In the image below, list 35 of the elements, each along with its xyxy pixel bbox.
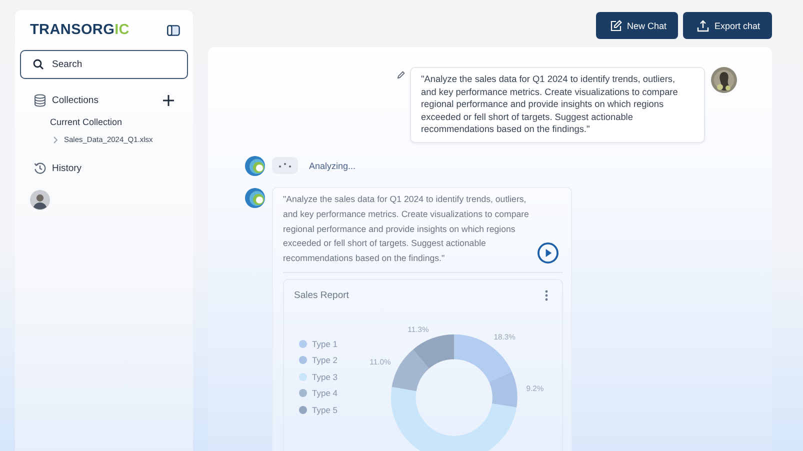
search-icon — [33, 59, 44, 70]
legend-label: Type 1 — [312, 338, 338, 349]
bot-message: "Analyze the sales data for Q1 2024 to identify trends, outliers, and key performance metrics. Create visualizations to compare regional performance and provide insights on which regions exceeded or fell short of targets. Suggest actionable recommendations based on the findings." — [283, 192, 530, 266]
sidebar-toggle-icon[interactable] — [167, 24, 180, 36]
logo-text: TRANSORGIC — [30, 22, 130, 38]
edit-icon — [610, 20, 622, 32]
play-icon[interactable] — [537, 242, 559, 264]
legend-label: Type 4 — [312, 388, 338, 398]
slice-label: 9.2% — [526, 384, 544, 393]
more-icon[interactable] — [545, 290, 548, 301]
history-link[interactable]: History — [52, 162, 82, 174]
legend-label: Type 3 — [312, 372, 338, 382]
current-collection-label: Current Collection — [49, 117, 124, 127]
upload-icon — [697, 20, 710, 32]
legend-label: Type 2 — [312, 355, 338, 366]
search-field[interactable]: Search — [20, 50, 188, 79]
export-chat-button[interactable]: Export chat — [683, 12, 772, 39]
history-icon — [34, 162, 46, 174]
bot-logo-icon — [245, 154, 267, 177]
add-icon[interactable] — [163, 95, 174, 106]
slice-label: 11.0% — [370, 358, 391, 366]
typing-indicator-icon — [272, 157, 298, 174]
report-title: Sales Report — [294, 290, 349, 301]
collections-link[interactable]: Collections — [52, 95, 98, 106]
status-text: Analyzing... — [309, 160, 356, 171]
bot-logo-icon — [245, 186, 267, 209]
database-icon — [34, 94, 46, 107]
donut-slice — [412, 334, 454, 368]
user-message: "Analyze the sales data for Q1 2024 to identify trends, outliers, and key performance metrics. Create visualizations to compare regional performance and provide insights on which regions exceeded or fell short of targets. Suggest actionable recommendations based on the findings." — [410, 67, 705, 143]
pencil-icon[interactable] — [397, 71, 405, 79]
user-avatar-icon[interactable] — [30, 190, 50, 210]
slice-label: 18.3% — [494, 332, 516, 342]
new-chat-button[interactable]: New Chat — [596, 12, 678, 39]
slice-label: 11.3% — [408, 325, 429, 334]
legend-label: Type 5 — [312, 404, 338, 415]
